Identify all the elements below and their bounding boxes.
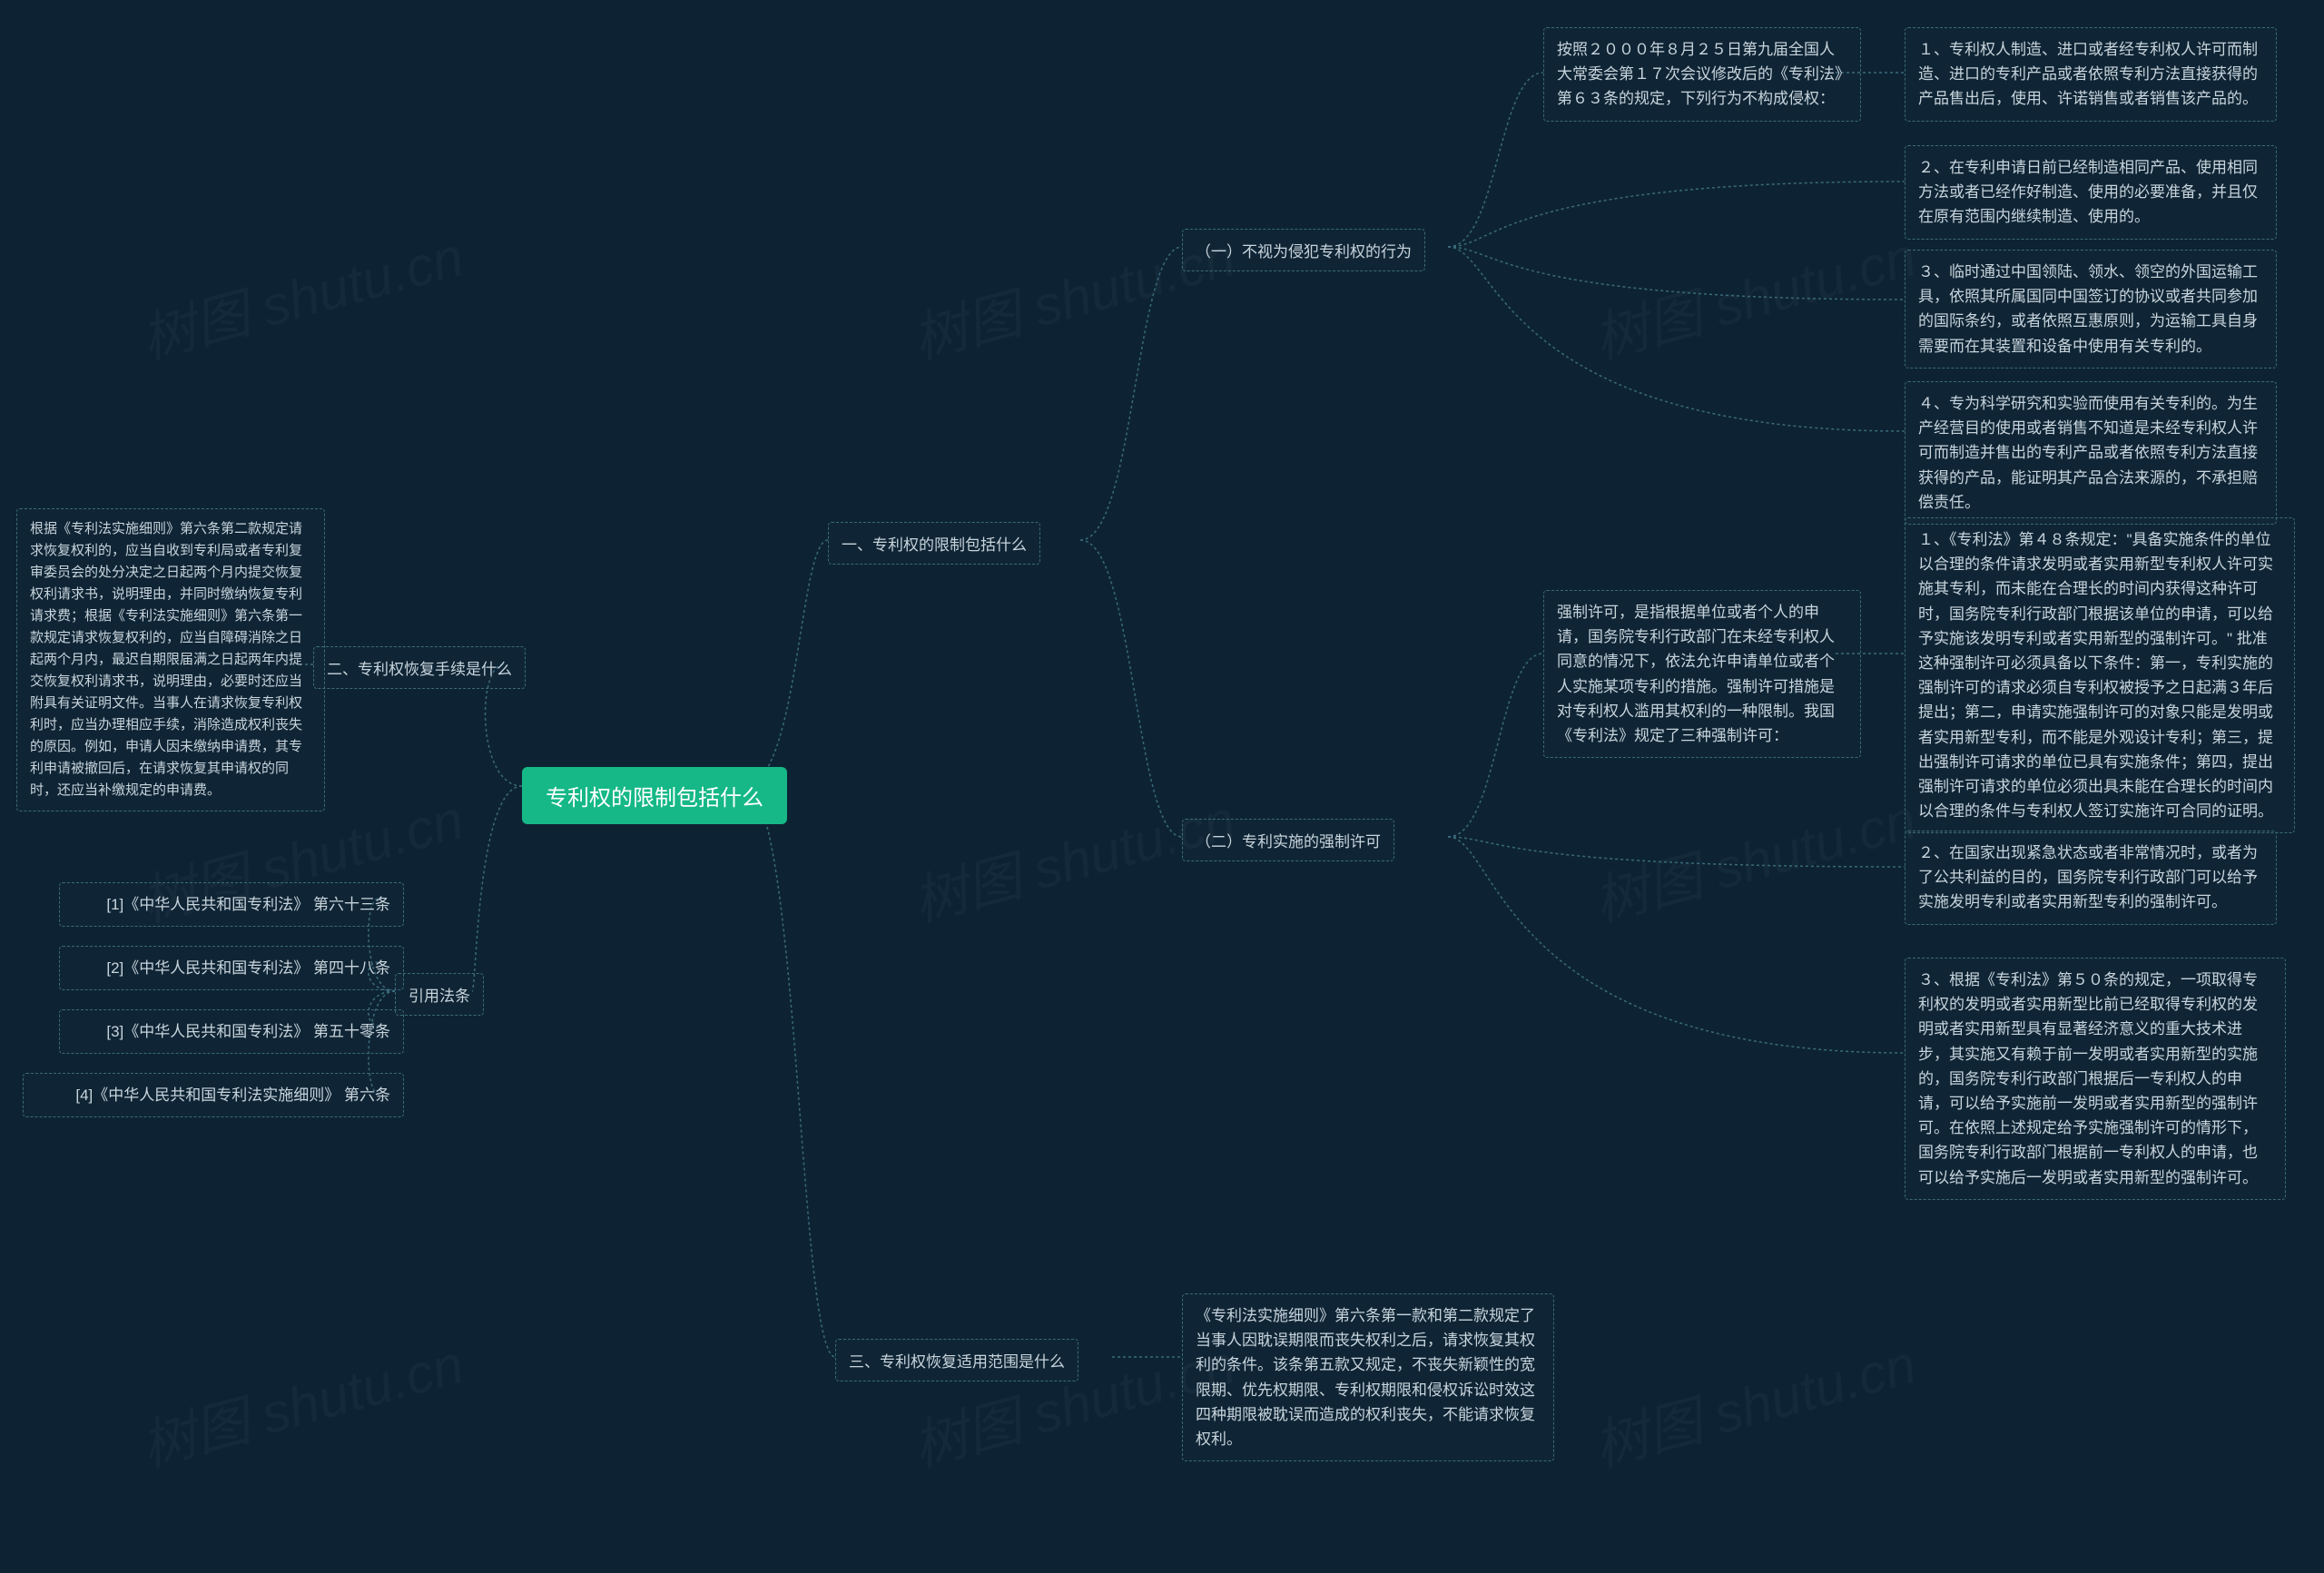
- leaf-s1-item-4: ４、专为科学研究和实验而使用有关专利的。为生产经营目的使用或者销售不知道是未经专…: [1905, 381, 2277, 525]
- leaf-b2-content: 根据《专利法实施细则》第六条第二款规定请求恢复权利的，应当自收到专利局或者专利复…: [16, 508, 325, 811]
- root-node[interactable]: 专利权的限制包括什么: [522, 767, 787, 824]
- leaf-s1-item-1: １、专利权人制造、进口或者经专利权人许可而制造、进口的专利产品或者依照专利方法直…: [1905, 27, 2277, 122]
- leaf-s1-item-3: ３、临时通过中国领陆、领水、领空的外国运输工具，依照其所属国同中国签订的协议或者…: [1905, 250, 2277, 369]
- subbranch-non-infringement[interactable]: （一）不视为侵犯专利权的行为: [1182, 229, 1425, 271]
- leaf-s2-item-3: ３、根据《专利法》第５０条的规定，一项取得专利权的发明或者实用新型比前已经取得专…: [1905, 958, 2286, 1200]
- leaf-s2-intro: 强制许可，是指根据单位或者个人的申请，国务院专利行政部门在未经专利权人同意的情况…: [1543, 590, 1861, 758]
- watermark: 树图 shutu.cn: [1584, 1320, 1924, 1481]
- branch-references[interactable]: 引用法条: [395, 973, 484, 1016]
- subbranch-compulsory-license[interactable]: （二）专利实施的强制许可: [1182, 819, 1394, 861]
- branch-restore-scope[interactable]: 三、专利权恢复适用范围是什么: [835, 1339, 1078, 1381]
- watermark: 树图 shutu.cn: [132, 1320, 471, 1481]
- watermark: 树图 shutu.cn: [1584, 775, 1924, 937]
- leaf-s1-intro: 按照２０００年８月２５日第九届全国人大常委会第１７次会议修改后的《专利法》第６３…: [1543, 27, 1861, 122]
- branch-restore-procedure[interactable]: 二、专利权恢复手续是什么: [313, 646, 526, 689]
- leaf-s2-item-1: １、《专利法》第４８条规定："具备实施条件的单位以合理的条件请求发明或者实用新型…: [1905, 517, 2295, 833]
- leaf-s1-item-2: ２、在专利申请日前已经制造相同产品、使用相同方法或者已经作好制造、使用的必要准备…: [1905, 145, 2277, 240]
- watermark: 树图 shutu.cn: [132, 212, 471, 374]
- leaf-ref-4: [4]《中华人民共和国专利法实施细则》 第六条: [23, 1073, 404, 1117]
- leaf-b3-content: 《专利法实施细则》第六条第一款和第二款规定了当事人因耽误期限而丧失权利之后，请求…: [1182, 1293, 1554, 1461]
- watermark: 树图 shutu.cn: [1584, 212, 1924, 374]
- branch-limits[interactable]: 一、专利权的限制包括什么: [828, 522, 1040, 565]
- leaf-ref-3: [3]《中华人民共和国专利法》 第五十零条: [59, 1009, 404, 1054]
- leaf-s2-item-2: ２、在国家出现紧急状态或者非常情况时，或者为了公共利益的目的，国务院专利行政部门…: [1905, 831, 2277, 925]
- leaf-ref-1: [1]《中华人民共和国专利法》 第六十三条: [59, 882, 404, 927]
- leaf-ref-2: [2]《中华人民共和国专利法》 第四十八条: [59, 946, 404, 990]
